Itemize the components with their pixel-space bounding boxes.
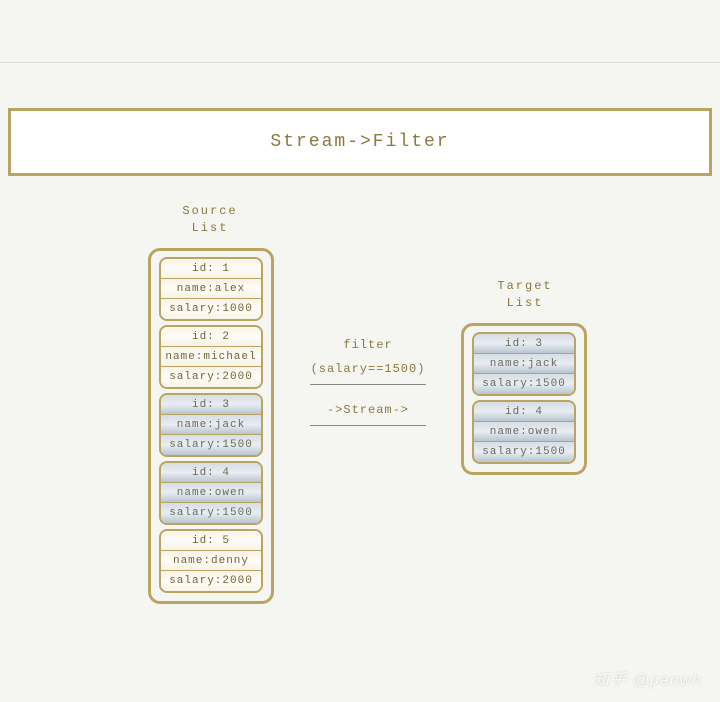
target-list: id: 3name:jacksalary:1500id: 4name:owens… — [461, 323, 587, 475]
record-id: id: 4 — [474, 402, 574, 422]
source-list-label: Source List — [165, 203, 255, 237]
record-salary: salary:2000 — [161, 367, 261, 387]
target-list-label: Target List — [480, 278, 570, 312]
record-id: id: 4 — [161, 463, 261, 483]
record-salary: salary:1500 — [474, 442, 574, 462]
divider-line — [0, 62, 720, 63]
filter-condition: (salary==1500) — [308, 362, 428, 376]
record: id: 4name:owensalary:1500 — [159, 461, 263, 525]
record-name: name:alex — [161, 279, 261, 299]
source-label-text: Source List — [182, 204, 237, 235]
record-name: name:owen — [161, 483, 261, 503]
record: id: 1name:alexsalary:1000 — [159, 257, 263, 321]
record-name: name:jack — [161, 415, 261, 435]
record-salary: salary:1500 — [161, 435, 261, 455]
record-salary: salary:1500 — [474, 374, 574, 394]
watermark: 知乎 @panwh — [593, 666, 702, 690]
record-name: name:denny — [161, 551, 261, 571]
record-id: id: 1 — [161, 259, 261, 279]
title-box: Stream->Filter — [8, 108, 712, 176]
filter-keyword: filter — [308, 338, 428, 352]
record-salary: salary:1500 — [161, 503, 261, 523]
title-text: Stream->Filter — [270, 132, 449, 152]
record-salary: salary:1000 — [161, 299, 261, 319]
record-id: id: 5 — [161, 531, 261, 551]
divider — [310, 384, 426, 385]
record-id: id: 3 — [474, 334, 574, 354]
record-name: name:owen — [474, 422, 574, 442]
filter-operation: filter (salary==1500) ->Stream-> — [308, 338, 428, 444]
record: id: 4name:owensalary:1500 — [472, 400, 576, 464]
record-salary: salary:2000 — [161, 571, 261, 591]
record-id: id: 2 — [161, 327, 261, 347]
record: id: 3name:jacksalary:1500 — [159, 393, 263, 457]
record: id: 2name:michaelsalary:2000 — [159, 325, 263, 389]
target-label-text: Target List — [497, 279, 552, 310]
record: id: 3name:jacksalary:1500 — [472, 332, 576, 396]
record: id: 5name:dennysalary:2000 — [159, 529, 263, 593]
divider — [310, 425, 426, 426]
stream-arrow: ->Stream-> — [308, 403, 428, 417]
record-id: id: 3 — [161, 395, 261, 415]
record-name: name:jack — [474, 354, 574, 374]
record-name: name:michael — [161, 347, 261, 367]
source-list: id: 1name:alexsalary:1000id: 2name:micha… — [148, 248, 274, 604]
